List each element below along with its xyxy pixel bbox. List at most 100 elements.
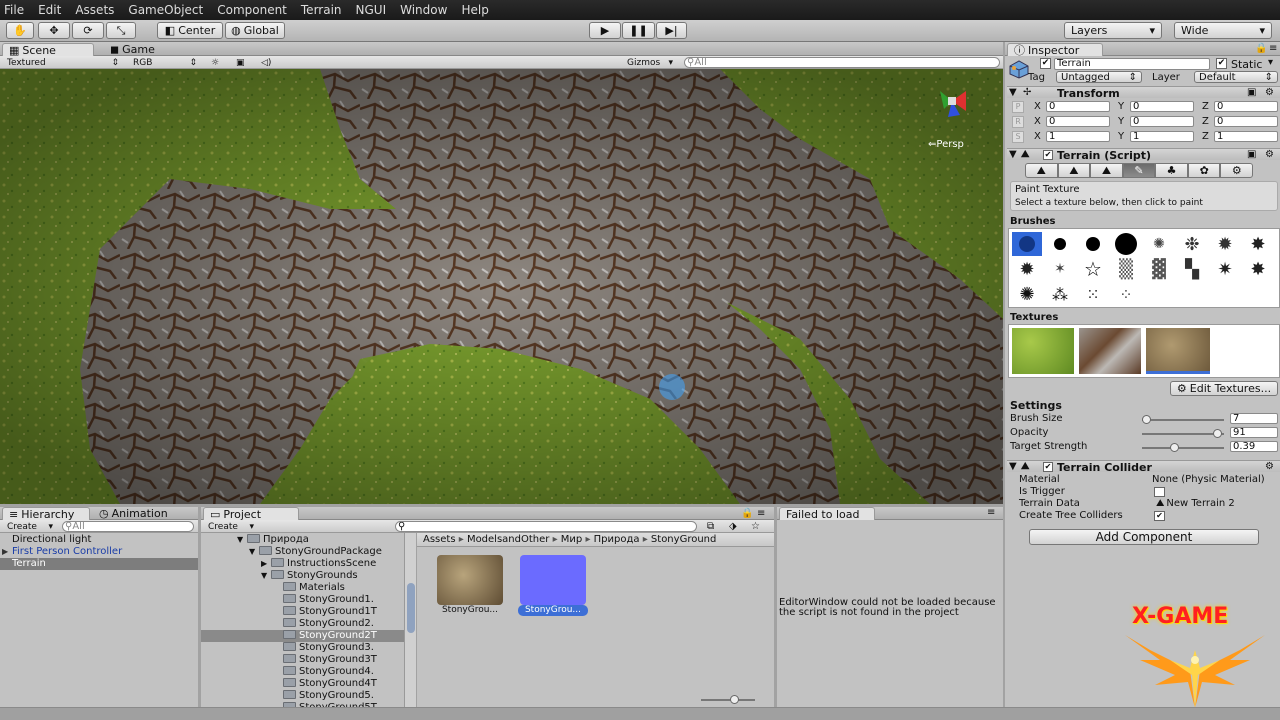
transform-field-z[interactable]: 0: [1214, 116, 1278, 127]
terrain-collider-header[interactable]: ▼ ⛰ ✔ Terrain Collider ⚙: [1007, 460, 1280, 474]
paint-height-tool[interactable]: ⛰: [1057, 163, 1091, 178]
project-tree-item[interactable]: StonyGround4.: [201, 666, 404, 678]
layer-dropdown[interactable]: Default ⇕: [1194, 71, 1278, 83]
transform-field-y[interactable]: 0: [1130, 101, 1194, 112]
foldout-arrow-icon[interactable]: ▶: [2, 546, 8, 558]
is-trigger-checkbox[interactable]: [1154, 487, 1165, 497]
brush-7[interactable]: ✸: [1243, 232, 1273, 256]
transform-field-x[interactable]: 0: [1046, 116, 1110, 127]
brush-18[interactable]: ⁙: [1078, 282, 1108, 306]
texture-rock[interactable]: [1079, 328, 1141, 374]
project-create-dropdown[interactable]: Create ▾: [205, 521, 257, 532]
project-tree-item[interactable]: Materials: [201, 582, 404, 594]
tab-hierarchy[interactable]: ≡ Hierarchy: [2, 507, 90, 521]
tab-animation[interactable]: ◷ Animation: [93, 507, 193, 520]
hierarchy-item[interactable]: Directional light: [0, 534, 198, 546]
brush-9[interactable]: ✶: [1045, 257, 1075, 281]
project-tree-item[interactable]: ▼ Природа: [201, 534, 404, 546]
hierarchy-item[interactable]: ▶ First Person Controller: [0, 546, 198, 558]
menu-icon[interactable]: ≡: [987, 507, 995, 518]
setting-value-field[interactable]: 91: [1230, 427, 1278, 438]
hand-tool-button[interactable]: ✋: [6, 22, 34, 39]
menu-item-help[interactable]: Help: [461, 3, 488, 17]
project-tree-item[interactable]: StonyGround3T: [201, 654, 404, 666]
play-button[interactable]: ▶: [589, 22, 621, 39]
project-tree-item[interactable]: StonyGround1.: [201, 594, 404, 606]
texture-thumbnail[interactable]: [437, 555, 503, 605]
project-tree-item[interactable]: StonyGround2T: [201, 630, 404, 642]
menu-item-terrain[interactable]: Terrain: [301, 3, 342, 17]
filter-label-icon[interactable]: ⬗: [729, 521, 737, 532]
zoom-slider[interactable]: [701, 699, 755, 701]
transform-field-y[interactable]: 1: [1130, 131, 1194, 142]
smooth-height-tool[interactable]: ⛰: [1090, 163, 1123, 178]
brush-1[interactable]: [1045, 232, 1075, 256]
project-tree-item[interactable]: ▶ InstructionsScene: [201, 558, 404, 570]
setting-slider[interactable]: [1142, 447, 1224, 449]
setting-slider[interactable]: [1142, 433, 1224, 435]
tag-dropdown[interactable]: Untagged ⇕: [1056, 71, 1142, 83]
pause-button[interactable]: ❚❚: [622, 22, 655, 39]
scene-viewport[interactable]: ⇐Persp: [0, 69, 1003, 504]
brush-0[interactable]: [1012, 232, 1042, 256]
pivot-toggle[interactable]: ◧ Center: [157, 22, 223, 39]
transform-header[interactable]: ▼ ✢ Transform ▣ ⚙: [1007, 86, 1280, 100]
setting-value-field[interactable]: 7: [1230, 413, 1278, 424]
space-toggle[interactable]: ◍ Global: [225, 22, 285, 39]
rotate-tool-button[interactable]: ⟳: [72, 22, 104, 39]
foldout-arrow-icon[interactable]: ▼: [237, 534, 243, 546]
texture-grass[interactable]: [1012, 328, 1074, 374]
brush-13[interactable]: ▚: [1177, 257, 1207, 281]
enabled-checkbox[interactable]: ✔: [1043, 150, 1053, 160]
menu-item-file[interactable]: File: [4, 3, 24, 17]
zoom-slider-thumb[interactable]: [730, 695, 739, 704]
enabled-checkbox[interactable]: ✔: [1043, 462, 1053, 472]
project-tree-item[interactable]: StonyGround4T: [201, 678, 404, 690]
brush-6[interactable]: ✹: [1210, 232, 1240, 256]
terrain-script-header[interactable]: ▼ ⛰ ✔ Terrain (Script) ▣ ⚙: [1007, 148, 1280, 162]
layout-dropdown[interactable]: Wide ▾: [1174, 22, 1272, 39]
filter-type-icon[interactable]: ⧉: [707, 521, 714, 532]
breadcrumb-item[interactable]: Мир: [561, 534, 582, 545]
paint-texture-tool[interactable]: ✎: [1122, 163, 1156, 178]
terrain-data-field[interactable]: ⛰ New Terrain 2: [1156, 498, 1280, 509]
setting-slider[interactable]: [1142, 419, 1224, 421]
render-mode-dropdown[interactable]: Textured ⇕: [4, 57, 122, 68]
project-tree-item[interactable]: ▼ StonyGrounds: [201, 570, 404, 582]
transform-field-x[interactable]: 1: [1046, 131, 1110, 142]
project-tree-item[interactable]: StonyGround3.: [201, 642, 404, 654]
brush-12[interactable]: ▓: [1144, 257, 1174, 281]
terrain-settings-tool[interactable]: ⚙: [1220, 163, 1254, 178]
brush-2[interactable]: [1078, 232, 1108, 256]
menu-item-ngui[interactable]: NGUI: [356, 3, 387, 17]
menu-item-assets[interactable]: Assets: [75, 3, 114, 17]
breadcrumb-item[interactable]: Природа: [594, 534, 640, 545]
foldout-arrow-icon[interactable]: ▼: [261, 570, 267, 582]
texture-stony-ground[interactable]: [1146, 328, 1210, 374]
material-thumbnail[interactable]: [520, 555, 586, 605]
tab-project[interactable]: ▭ Project: [203, 507, 299, 521]
tab-inspector[interactable]: ⓘ Inspector: [1007, 43, 1103, 57]
brush-17[interactable]: ⁂: [1045, 282, 1075, 306]
breadcrumb-item[interactable]: ModelsandOther: [467, 534, 549, 545]
brush-8[interactable]: ✹: [1012, 257, 1042, 281]
step-button[interactable]: ▶|: [656, 22, 687, 39]
lock-icon[interactable]: 🔒: [1255, 43, 1267, 54]
scene-search-input[interactable]: ⚲All: [684, 57, 1000, 68]
menu-icon[interactable]: ≡: [757, 508, 765, 519]
menu-item-gameobject[interactable]: GameObject: [128, 3, 203, 17]
project-tree-item[interactable]: ▼ StonyGroundPackage: [201, 546, 404, 558]
move-tool-button[interactable]: ✥: [38, 22, 70, 39]
tab-scene[interactable]: ▦ Scene: [2, 43, 94, 57]
create-tree-colliders-checkbox[interactable]: ✔: [1154, 511, 1165, 521]
menu-item-window[interactable]: Window: [400, 3, 447, 17]
setting-value-field[interactable]: 0.39: [1230, 441, 1278, 452]
tab-failed-to-load[interactable]: Failed to load: [779, 507, 875, 521]
object-name-field[interactable]: Terrain: [1054, 58, 1210, 70]
static-checkbox[interactable]: ✔: [1216, 58, 1227, 69]
project-tree-item[interactable]: StonyGround1T: [201, 606, 404, 618]
brush-19[interactable]: ⁘: [1111, 282, 1141, 306]
audio-toggle[interactable]: ◁): [258, 57, 280, 68]
paint-details-tool[interactable]: ✿: [1187, 163, 1221, 178]
brush-16[interactable]: ✺: [1012, 282, 1042, 306]
